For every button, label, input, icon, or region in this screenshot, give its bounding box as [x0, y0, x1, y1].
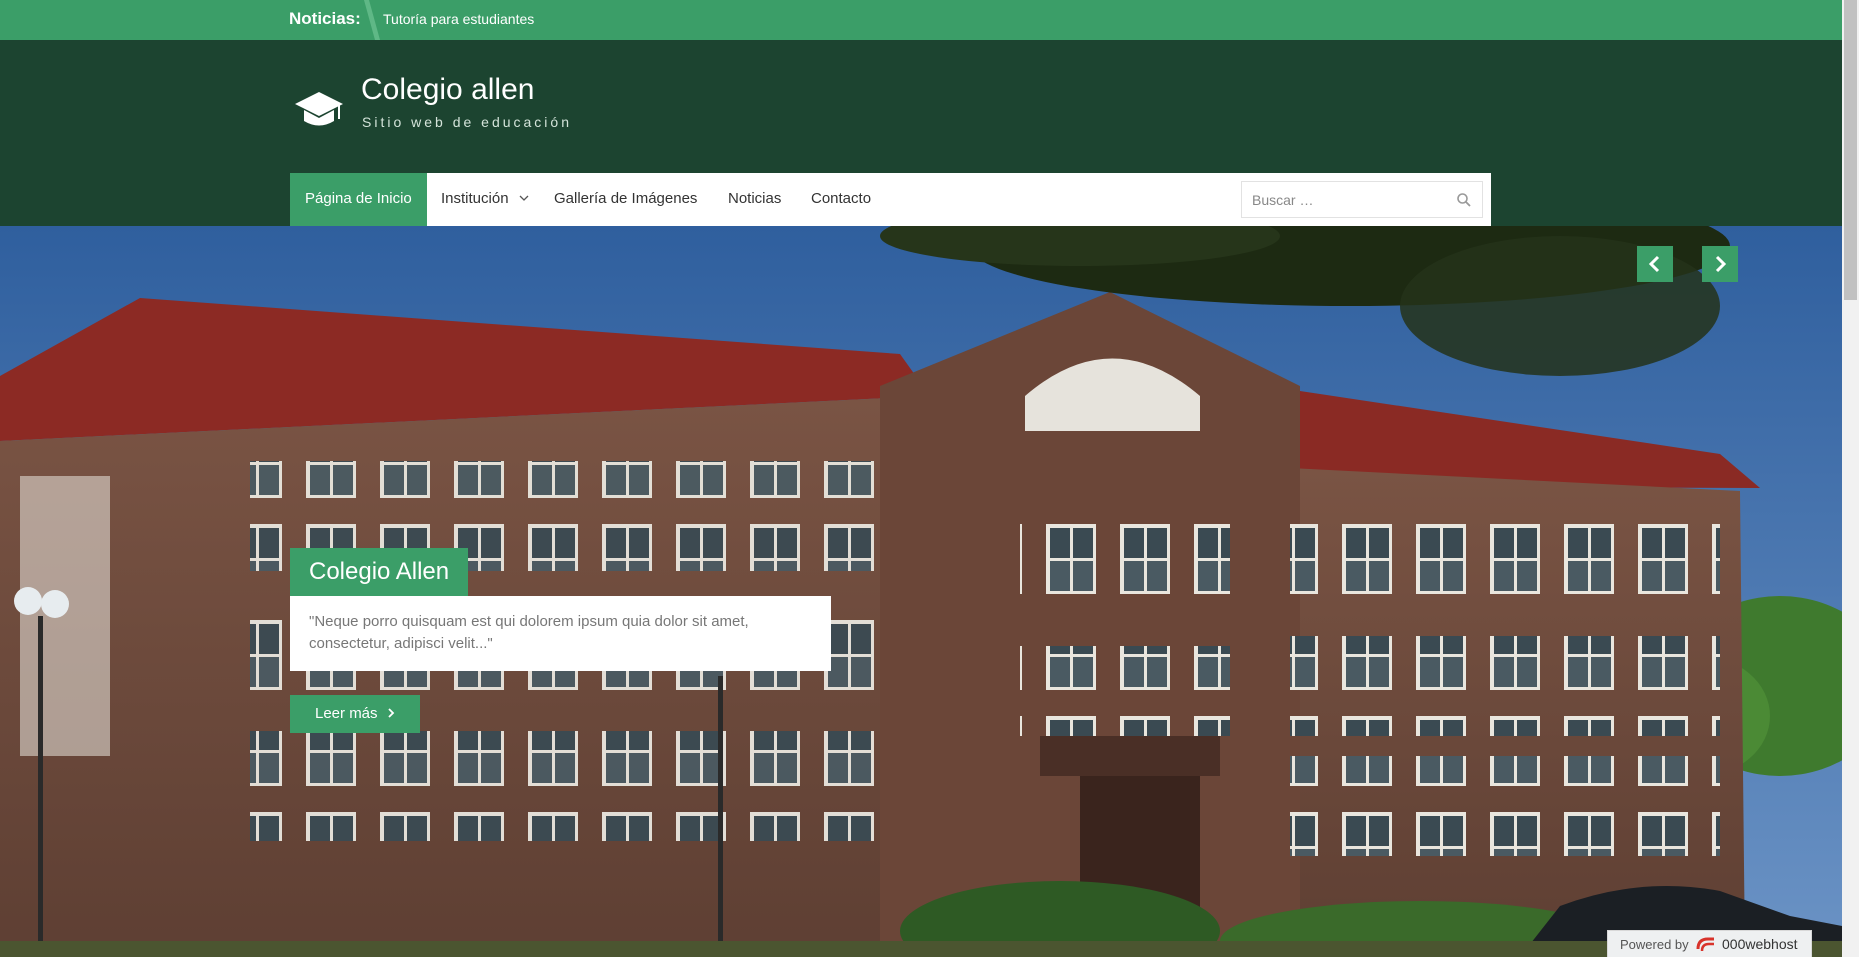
nav-item-inicio[interactable]: Página de Inicio	[290, 173, 427, 226]
read-more-label: Leer más	[315, 705, 378, 722]
slide-caption-title: Colegio Allen	[290, 548, 469, 596]
news-ticker: Noticias: Tutoría para estudiantes	[0, 0, 1842, 40]
chevron-right-icon	[388, 708, 394, 718]
graduation-cap-icon	[295, 92, 343, 126]
hero-slider: Colegio Allen "Neque porro quisquam est …	[0, 226, 1842, 957]
nav-item-institucion[interactable]: Institución	[441, 173, 509, 226]
search-icon[interactable]	[1456, 192, 1472, 208]
search-input[interactable]	[1242, 182, 1462, 217]
read-more-button[interactable]: Leer más	[290, 695, 420, 733]
site-title[interactable]: Colegio allen	[361, 73, 534, 107]
school-building-image	[0, 226, 1842, 957]
chevron-left-icon	[1648, 255, 1660, 273]
main-navigation: Página de Inicio Institución Gallería de…	[290, 173, 1491, 226]
chevron-down-icon[interactable]	[519, 193, 529, 203]
webhost-logo-icon	[1696, 937, 1714, 952]
ticker-separator	[364, 0, 380, 40]
slider-next-button[interactable]	[1702, 246, 1738, 282]
page-scrollbar[interactable]	[1842, 0, 1859, 957]
nav-item-contacto[interactable]: Contacto	[811, 173, 871, 226]
powered-by-brand: 000webhost	[1722, 936, 1798, 952]
scrollbar-thumb[interactable]	[1844, 0, 1857, 300]
slider-prev-button[interactable]	[1637, 246, 1673, 282]
search-box	[1241, 181, 1483, 218]
site-tagline: Sitio web de educación	[362, 114, 572, 130]
slide-caption-text: "Neque porro quisquam est qui dolorem ip…	[290, 596, 831, 671]
site-header: Colegio allen Sitio web de educación Pág…	[0, 40, 1842, 226]
powered-by-text: Powered by	[1620, 937, 1689, 952]
powered-by-badge[interactable]: Powered by 000webhost	[1607, 930, 1812, 957]
chevron-right-icon	[1715, 255, 1727, 273]
ticker-headline-link[interactable]: Tutoría para estudiantes	[383, 0, 534, 40]
nav-item-noticias[interactable]: Noticias	[728, 173, 781, 226]
ticker-label: Noticias:	[289, 9, 361, 28]
nav-item-galeria[interactable]: Gallería de Imágenes	[554, 173, 697, 226]
